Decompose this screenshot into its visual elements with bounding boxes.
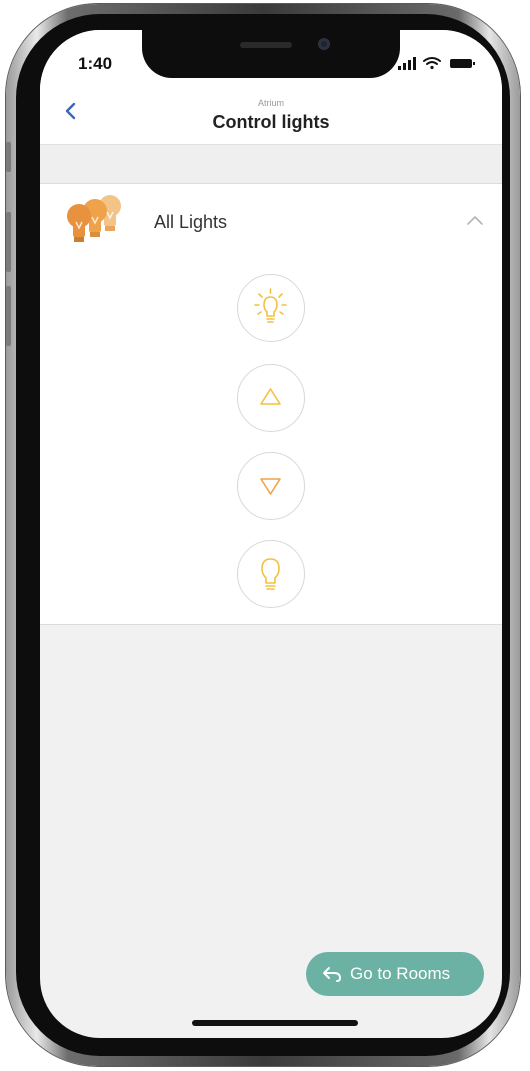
light-bulbs-icon (67, 195, 121, 242)
group-label: All Lights (154, 212, 228, 232)
volume-down-button (6, 286, 11, 346)
nav-subtitle: Atrium (257, 98, 284, 108)
chevron-up-icon[interactable] (466, 214, 484, 226)
dim-up-button[interactable] (237, 364, 305, 432)
navigation-bar: Atrium Control lights (40, 86, 502, 145)
wifi-icon (423, 57, 441, 70)
volume-up-button (6, 212, 11, 272)
front-camera (318, 38, 330, 50)
light-group-panel: All Lights (40, 184, 502, 625)
notch (142, 30, 400, 78)
lights-off-button[interactable] (237, 540, 305, 608)
signal-icon (398, 57, 416, 70)
status-icons (398, 57, 475, 70)
go-to-rooms-button[interactable]: Go to Rooms (306, 952, 484, 996)
lights-on-button[interactable] (237, 274, 305, 342)
return-arrow-icon (323, 967, 342, 982)
go-to-rooms-label: Go to Rooms (350, 964, 451, 983)
status-time: 1:40 (78, 54, 113, 73)
bulb-on-icon (254, 288, 287, 323)
mute-switch (6, 142, 11, 172)
speaker-grille (240, 42, 292, 48)
dim-down-button[interactable] (237, 452, 305, 520)
page-title: Control lights (212, 112, 330, 132)
battery-icon (450, 59, 475, 68)
triangle-up-icon (260, 388, 281, 405)
section-spacer (40, 145, 502, 184)
home-indicator (192, 1020, 358, 1026)
app-screen: 1:40 Atrium Control lights All Lights Go… (40, 30, 502, 1038)
triangle-down-icon (260, 478, 281, 495)
bulb-off-icon (261, 558, 280, 590)
